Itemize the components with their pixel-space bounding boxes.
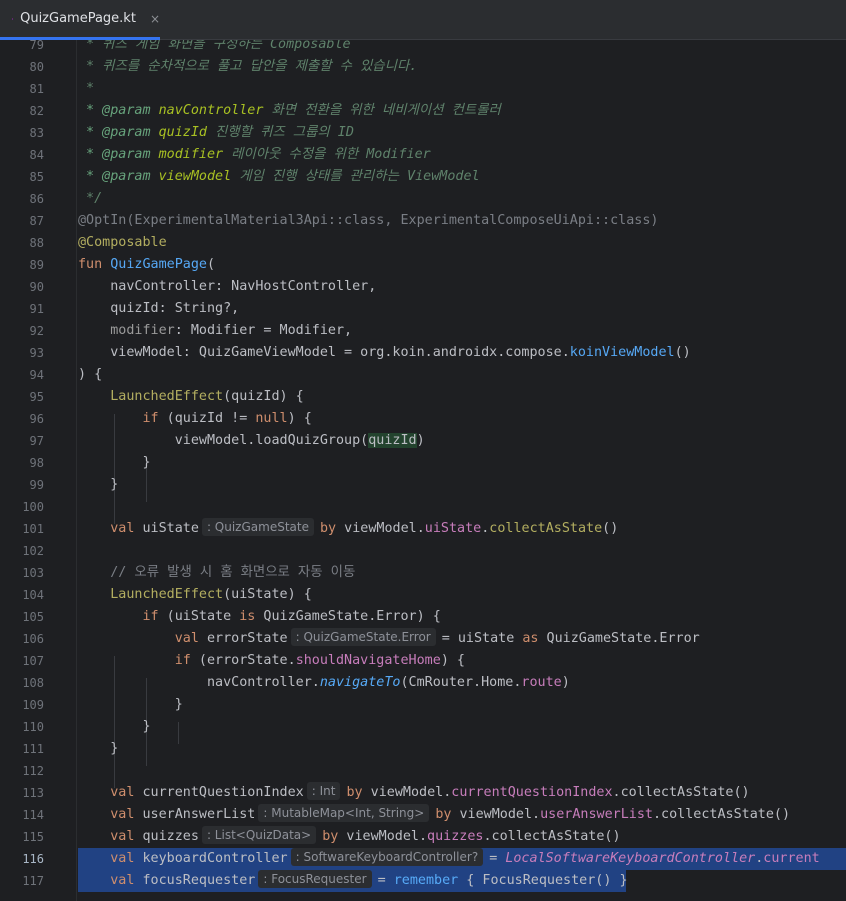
kotlin-file-icon: [12, 17, 14, 20]
code-line-89: fun QuizGamePage(: [78, 257, 216, 272]
code-line-97: viewModel.loadQuizGroup(quizId): [78, 433, 425, 448]
code-line-99: }: [78, 477, 119, 492]
code-line-86: */: [78, 191, 103, 206]
code-line-101: val uiState: QuizGameState by viewModel.u…: [78, 518, 619, 536]
line-number: 103: [22, 566, 44, 580]
code-line-116: val keyboardController: SoftwareKeyboard…: [78, 848, 846, 870]
line-number: 114: [22, 808, 44, 822]
code-line-88: @Composable: [78, 235, 167, 250]
line-number: 88: [29, 236, 44, 250]
code-line-104: LaunchedEffect(uiState) {: [110, 587, 312, 602]
line-number: 107: [22, 654, 44, 668]
code-line-103: // 오류 발생 시 홈 화면으로 자동 이동: [78, 565, 356, 580]
line-number-gutter: 79 80 81 82 83 84 85 86 87 88 89 90 91 92 93 94 95 96 97 98…: [0, 40, 44, 895]
code-line-92: modifier: Modifier = Modifier,: [78, 323, 353, 338]
gutter-divider: [76, 40, 77, 901]
code-line-113: val currentQuestionIndex: Int by viewMode…: [78, 782, 750, 800]
code-line-79: * 퀴즈 게임 화면을 구성하는 Composable: [78, 40, 351, 52]
line-number: 91: [29, 302, 44, 316]
type-hint: : Int: [306, 782, 341, 800]
editor-tab-bar: QuizGamePage.kt ×: [0, 0, 846, 40]
type-hint: : SoftwareKeyboardController?: [290, 848, 484, 866]
line-number: 85: [29, 170, 44, 184]
line-number: 99: [29, 478, 44, 492]
type-hint: : QuizGameState: [201, 518, 314, 536]
tab-label: QuizGamePage.kt: [20, 11, 136, 26]
line-number: 106: [22, 632, 44, 646]
line-number: 83: [29, 126, 44, 140]
code-line-93: viewModel: QuizGameViewModel = org.koin.…: [78, 345, 691, 360]
line-number: 113: [22, 786, 44, 800]
line-number: 87: [29, 214, 44, 228]
line-number: 102: [22, 544, 44, 558]
code-line-105: if (uiState is QuizGameState.Error) {: [142, 609, 441, 624]
code-line-83: * @param quizId 진행할 퀴즈 그룹의 ID: [78, 125, 354, 140]
code-line-108: navController.navigateTo(CmRouter.Home.r…: [78, 675, 570, 690]
line-number: 112: [22, 764, 44, 778]
code-area[interactable]: * 퀴즈 게임 화면을 구성하는 Composable * 퀴즈를 순차적으로 …: [78, 40, 846, 892]
type-hint: : QuizGameState.Error: [290, 628, 436, 646]
code-line-117: val focusRequester: FocusRequester = reme…: [78, 870, 846, 892]
code-line-109: }: [78, 697, 183, 712]
line-number: 80: [29, 60, 44, 74]
code-line-94: ) {: [78, 367, 103, 382]
line-number: 81: [29, 82, 44, 96]
line-number: 89: [29, 258, 44, 272]
line-number: 117: [22, 874, 44, 888]
line-number: 111: [22, 742, 44, 756]
type-hint: : List<QuizData>: [201, 826, 317, 844]
line-number: 90: [29, 280, 44, 294]
code-editor[interactable]: 79 80 81 82 83 84 85 86 87 88 89 90 91 92 93 94 95 96 97 98…: [0, 40, 846, 901]
code-line-111: }: [78, 741, 119, 756]
code-line-84: * @param modifier 레이아웃 수정을 위한 Modifier: [78, 147, 431, 162]
line-number: 110: [22, 720, 44, 734]
code-line-96: if (quizId != null) {: [142, 411, 312, 426]
line-number: 96: [29, 412, 44, 426]
line-number: 95: [29, 390, 44, 404]
line-number: 104: [22, 588, 44, 602]
code-line-106: val errorState: QuizGameState.Error = uiS…: [78, 628, 700, 646]
code-line-81: *: [78, 81, 95, 96]
tab-quizgamepage-kt[interactable]: QuizGamePage.kt ×: [0, 0, 160, 40]
code-line-82: * @param navController 화면 전환을 위한 네비게이션 컨…: [78, 103, 501, 118]
line-number: 105: [22, 610, 44, 624]
line-number: 115: [22, 830, 44, 844]
type-hint: : FocusRequester: [258, 870, 372, 888]
code-line-114: val userAnswerList: MutableMap<Int, Stri…: [78, 804, 791, 822]
code-line-107: if (errorState.shouldNavigateHome) {: [174, 653, 465, 668]
line-number: 82: [29, 104, 44, 118]
line-number: 108: [22, 676, 44, 690]
code-line-87: @OptIn(ExperimentalMaterial3Api::class, …: [78, 213, 659, 228]
type-hint: : MutableMap<Int, String>: [258, 804, 430, 822]
line-number: 101: [22, 522, 44, 536]
line-number: 94: [29, 368, 44, 382]
line-number: 84: [29, 148, 44, 162]
code-line-98: }: [78, 455, 151, 470]
line-number: 92: [29, 324, 44, 338]
code-line-115: val quizzes: List<QuizData> by viewModel.…: [78, 826, 621, 844]
line-number: 116: [22, 852, 44, 866]
code-line-91: quizId: String?,: [78, 301, 240, 316]
code-line-110: }: [78, 719, 151, 734]
code-line-90: navController: NavHostController,: [78, 279, 377, 294]
line-number: 97: [29, 434, 44, 448]
line-number: 79: [29, 40, 44, 52]
code-line-95: LaunchedEffect(quizId) {: [110, 389, 304, 404]
line-number: 109: [22, 698, 44, 712]
line-number: 100: [22, 500, 44, 514]
line-number: 86: [29, 192, 44, 206]
code-line-80: * 퀴즈를 순차적으로 풀고 답안을 제출할 수 있습니다.: [78, 59, 418, 74]
line-number: 93: [29, 346, 44, 360]
code-line-85: * @param viewModel 게임 진행 상태를 관리하는 ViewMo…: [78, 169, 480, 184]
close-icon[interactable]: ×: [150, 12, 160, 26]
line-number: 98: [29, 456, 44, 470]
